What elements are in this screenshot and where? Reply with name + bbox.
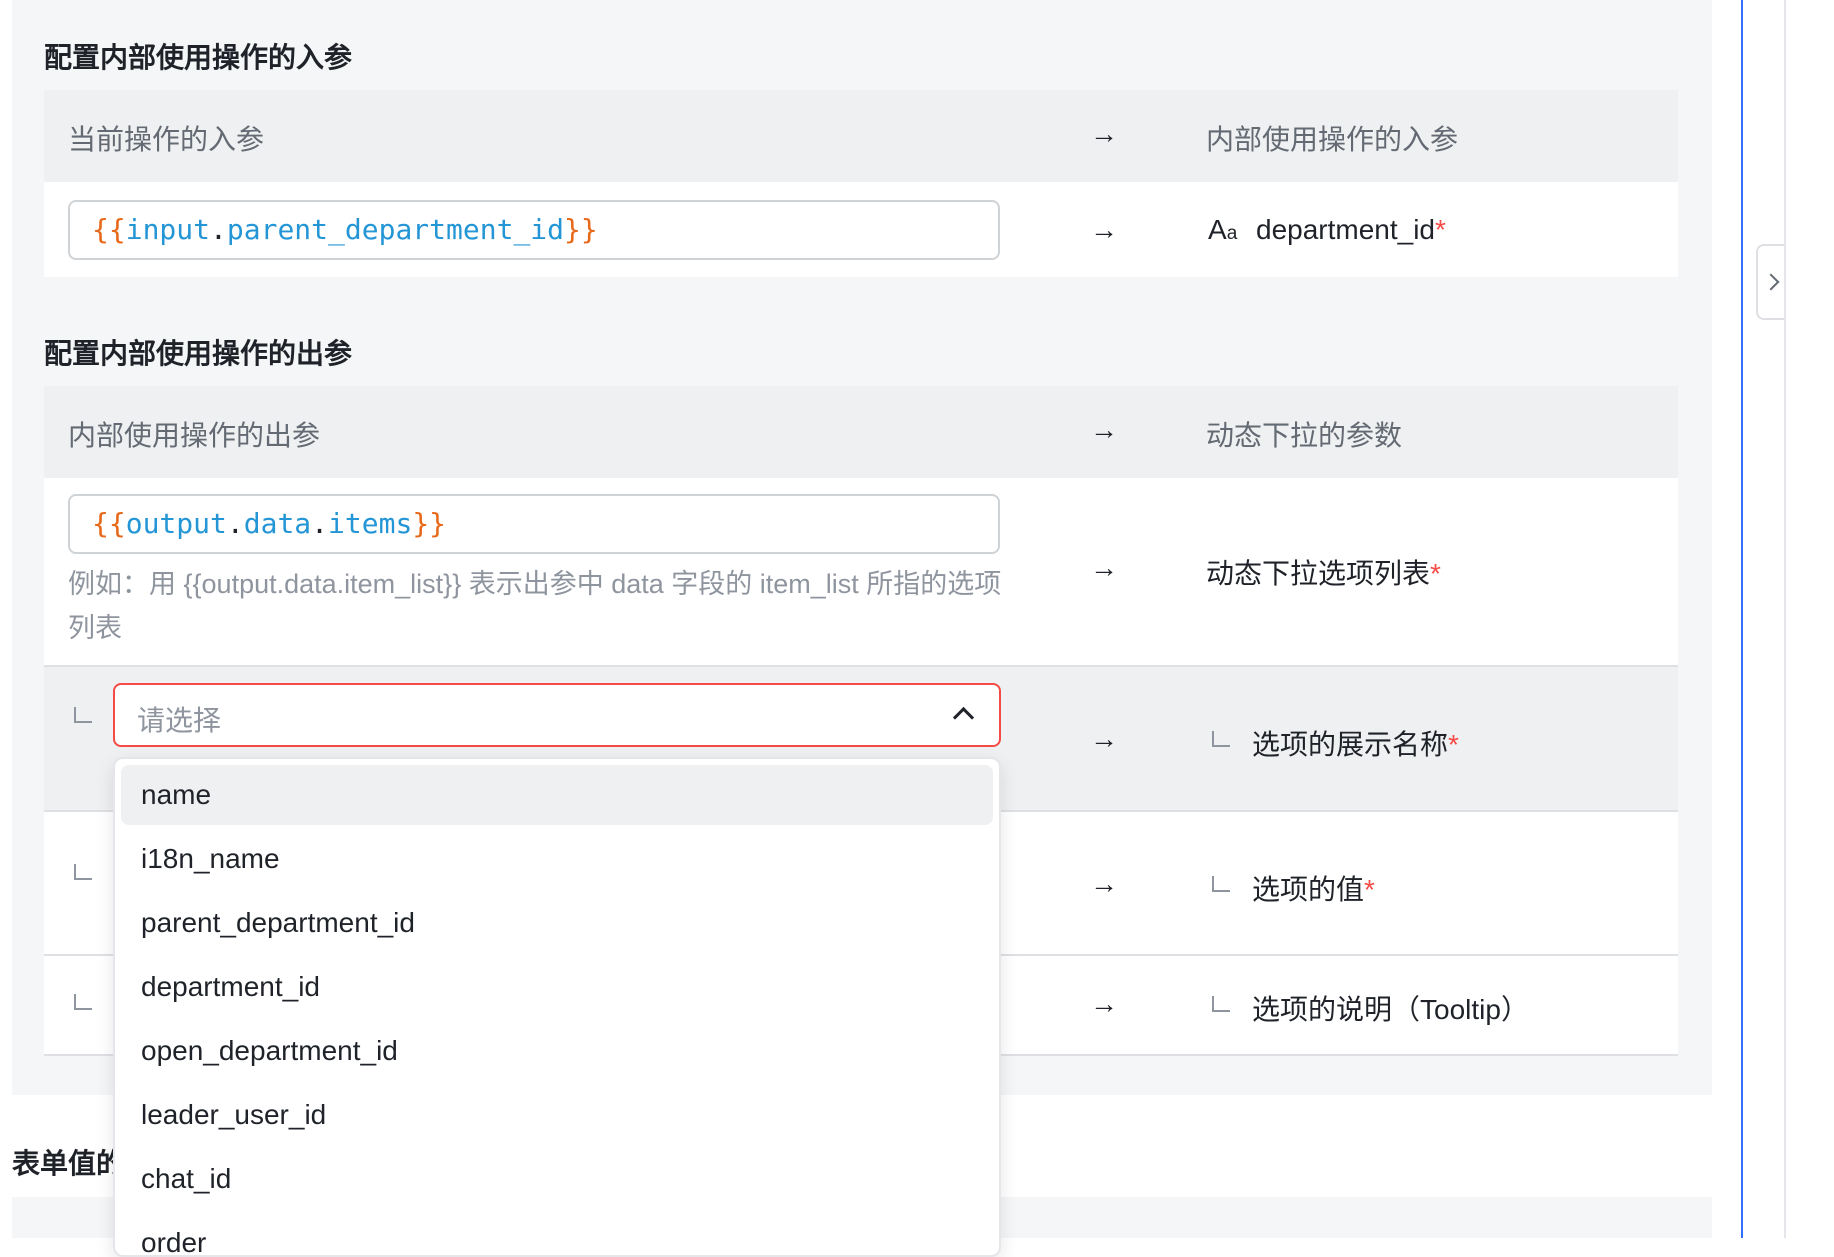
output-target-list: 动态下拉选项列表* <box>1206 558 1441 589</box>
text-type-icon: Aa <box>1208 214 1238 245</box>
output-target-display-name: 选项的展示名称* <box>1252 729 1459 760</box>
tree-branch-icon <box>1212 876 1230 892</box>
arrow-icon: → <box>1090 118 1118 149</box>
input-target-param: department_id* <box>1256 214 1446 245</box>
output-header-right: 动态下拉的参数 <box>1206 420 1403 451</box>
required-mark: * <box>1448 729 1459 760</box>
dropdown-option[interactable]: leader_user_id <box>121 1085 993 1145</box>
arrow-icon: → <box>1090 723 1118 754</box>
input-param-row: {{input.parent_department_id}} → Aa depa… <box>44 182 1678 277</box>
output-value-field[interactable]: {{output.data.items}} <box>68 494 1000 554</box>
dropdown-option[interactable]: chat_id <box>121 1149 993 1209</box>
right-divider <box>1784 0 1786 1238</box>
chevron-up-icon <box>952 706 975 729</box>
arrow-icon: → <box>1090 414 1118 445</box>
arrow-icon: → <box>1090 868 1118 899</box>
input-header-row: 当前操作的入参 → 内部使用操作的入参 <box>44 90 1678 182</box>
arrow-icon: → <box>1090 988 1118 1019</box>
required-mark: * <box>1435 214 1446 245</box>
input-header-left: 当前操作的入参 <box>68 124 265 155</box>
sidebar-border <box>1741 0 1743 1238</box>
tree-branch-icon <box>74 864 92 880</box>
required-mark: * <box>1430 558 1441 589</box>
dropdown-option[interactable]: open_department_id <box>121 1021 993 1081</box>
output-list-row: {{output.data.items}} 例如：用 {{output.data… <box>44 478 1678 667</box>
chevron-right-icon <box>1762 273 1780 291</box>
arrow-icon: → <box>1090 552 1118 583</box>
tree-branch-icon <box>74 994 92 1010</box>
required-mark: * <box>1364 874 1375 905</box>
output-hint-text: 例如：用 {{output.data.item_list}} 表示出参中 dat… <box>68 569 1002 643</box>
dropdown-option[interactable]: i18n_name <box>121 829 993 889</box>
arrow-icon: → <box>1090 214 1118 245</box>
input-section-title: 配置内部使用操作的入参 <box>44 42 353 73</box>
collapse-toggle-button[interactable] <box>1756 244 1784 320</box>
dropdown-option[interactable]: parent_department_id <box>121 893 993 953</box>
select-dropdown-menu: name i18n_name parent_department_id depa… <box>113 757 1001 1257</box>
bottom-section-title: 表单值的 <box>12 1148 125 1179</box>
output-target-tooltip: 选项的说明（Tooltip） <box>1252 994 1529 1025</box>
dropdown-option[interactable]: name <box>121 765 993 825</box>
output-section-title: 配置内部使用操作的出参 <box>44 338 353 369</box>
tree-branch-icon <box>1212 996 1230 1012</box>
dropdown-option[interactable]: department_id <box>121 957 993 1017</box>
output-header-left: 内部使用操作的出参 <box>68 420 321 451</box>
input-header-right: 内部使用操作的入参 <box>1206 124 1459 155</box>
input-value-field[interactable]: {{input.parent_department_id}} <box>68 200 1000 260</box>
tree-branch-icon <box>1212 731 1230 747</box>
dropdown-option[interactable]: order <box>121 1213 993 1255</box>
output-header-row: 内部使用操作的出参 → 动态下拉的参数 <box>44 386 1678 478</box>
output-target-value: 选项的值* <box>1252 874 1375 905</box>
tree-branch-icon <box>74 707 92 723</box>
field-select[interactable]: 请选择 <box>113 683 1001 747</box>
